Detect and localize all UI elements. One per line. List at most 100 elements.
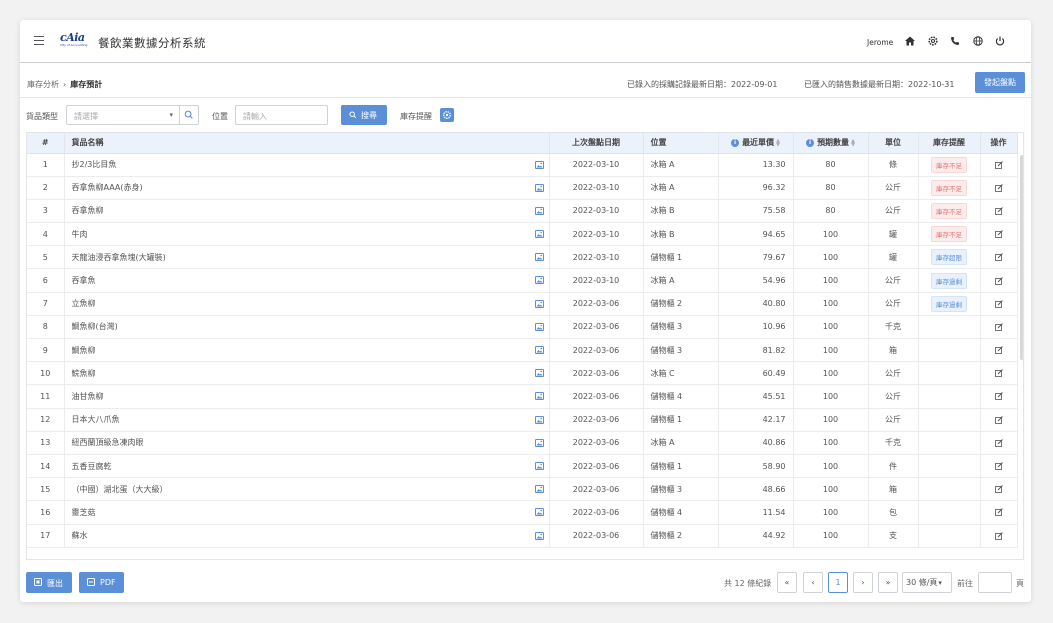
- page-size-select[interactable]: 30 條/頁▾: [902, 572, 952, 593]
- recent-price: 75.58: [718, 199, 794, 224]
- image-icon[interactable]: [534, 160, 544, 169]
- table-row[interactable]: 1 抄2/3比目魚 2022-03-10 冰箱 A 13.30 80 條庫存不足: [27, 153, 1018, 177]
- globe-icon[interactable]: [971, 34, 985, 48]
- location-input[interactable]: 請輸入: [235, 105, 328, 125]
- edit-icon[interactable]: [994, 346, 1003, 354]
- table-row[interactable]: 6 吞拿魚 2022-03-10 冰箱 A 54.96 100 公斤 庫存過剩: [27, 268, 1018, 293]
- table-row[interactable]: 3 吞拿魚柳 2022-03-10 冰箱 B 75.58 80 公斤 庫存不足: [27, 199, 1018, 224]
- phone-icon[interactable]: [948, 34, 962, 48]
- last-count-date: 2022-03-10: [549, 153, 644, 177]
- table-row[interactable]: 17 蘇水 2022-03-06 儲物櫃 2 44.92 100 支: [27, 524, 1018, 548]
- edit-icon[interactable]: [994, 299, 1003, 308]
- col-header-location: 位置: [643, 133, 719, 154]
- current-page-button[interactable]: 1: [828, 572, 848, 593]
- table-row[interactable]: 10 鯇魚柳 2022-03-06 冰箱 C 60.49 100 公斤: [27, 361, 1018, 386]
- unit: 罐: [868, 222, 919, 247]
- edit-icon[interactable]: [994, 323, 1003, 331]
- last-count-date: 2022-03-06: [549, 454, 644, 479]
- prev-page-button[interactable]: ‹: [803, 572, 823, 593]
- table-row[interactable]: 9 鯛魚柳 2022-03-06 儲物櫃 3 81.82 100 箱: [27, 338, 1018, 363]
- search-button[interactable]: 搜尋: [341, 105, 387, 125]
- image-icon[interactable]: [534, 369, 544, 378]
- edit-icon[interactable]: [994, 392, 1003, 401]
- image-icon[interactable]: [534, 346, 544, 354]
- export-icon: [34, 578, 42, 586]
- location: 冰箱 A: [643, 176, 719, 200]
- edit-icon[interactable]: [994, 438, 1003, 447]
- next-page-button[interactable]: ›: [853, 572, 873, 593]
- start-stocktake-button[interactable]: 發起盤點: [975, 72, 1025, 93]
- unit: 公斤: [868, 199, 919, 224]
- category-select[interactable]: 請選擇 ▾: [66, 105, 180, 125]
- table-scrollbar[interactable]: [1020, 155, 1023, 360]
- edit-icon[interactable]: [994, 415, 1003, 424]
- table-row[interactable]: 8 鯛魚柳(台灣) 2022-03-06 儲物櫃 3 10.96 100 千克: [27, 315, 1018, 340]
- sales-latest-date: 已匯入的銷售數據最新日期：2022-10-31: [804, 80, 955, 89]
- category-search-button[interactable]: [179, 105, 199, 125]
- table-row[interactable]: 14 五香豆腐乾 2022-03-06 儲物櫃 1 58.90 100 件: [27, 454, 1018, 479]
- item-name: 五香豆腐乾: [71, 461, 112, 471]
- stock-alert-cell: 庫存不足: [918, 153, 981, 177]
- edit-icon[interactable]: [994, 531, 1003, 540]
- item-name: 吞拿魚柳AAA(赤身): [71, 183, 143, 193]
- table-row[interactable]: 11 油甘魚柳 2022-03-06 儲物櫃 4 45.51 100 公斤: [27, 384, 1018, 409]
- actions-cell: [980, 454, 1018, 479]
- recent-price: 10.96: [718, 315, 794, 340]
- last-page-button[interactable]: »: [878, 572, 898, 593]
- image-icon[interactable]: [534, 461, 544, 470]
- unit: 千克: [868, 431, 919, 455]
- col-header-price[interactable]: i 最近單價 ▲ ▼: [718, 133, 794, 154]
- edit-icon[interactable]: [994, 485, 1003, 494]
- stock-alert-settings-button[interactable]: [440, 108, 454, 122]
- table-row[interactable]: 13 紐西蘭頂級急凍肉眼 2022-03-06 冰箱 A 40.86 100 千克: [27, 431, 1018, 455]
- edit-icon[interactable]: [994, 230, 1003, 239]
- edit-icon[interactable]: [994, 369, 1003, 378]
- table-row[interactable]: 4 牛肉 2022-03-10 冰箱 B 94.65 100 罐庫存不足: [27, 222, 1018, 247]
- table-row[interactable]: 7 立魚柳 2022-03-06 儲物櫃 2 40.80 100 公斤 庫存過剩: [27, 292, 1018, 316]
- export-button[interactable]: 匯出: [26, 572, 72, 593]
- image-icon[interactable]: [534, 415, 544, 424]
- edit-icon[interactable]: [994, 276, 1003, 285]
- edit-icon[interactable]: [994, 253, 1003, 262]
- stock-alert-cell: [918, 315, 981, 340]
- edit-icon[interactable]: [994, 183, 1003, 192]
- image-icon[interactable]: [534, 531, 544, 540]
- pdf-button[interactable]: PDF: [79, 572, 124, 593]
- edit-icon[interactable]: [994, 207, 1003, 215]
- image-icon[interactable]: [534, 253, 544, 262]
- image-icon[interactable]: [534, 392, 544, 401]
- image-icon[interactable]: [534, 206, 544, 215]
- info-icon: i: [731, 138, 740, 147]
- table-row[interactable]: 16 靈芝菇 2022-03-06 儲物櫃 4 11.54 100 包: [27, 500, 1018, 525]
- col-header-index: #: [27, 133, 65, 154]
- user-name[interactable]: Jerome: [867, 38, 893, 47]
- table-row[interactable]: 15 （中國）湖北蛋（大大級） 2022-03-06 儲物櫃 3 48.66 100 箱: [27, 477, 1018, 502]
- page-suffix: 頁: [1016, 579, 1024, 588]
- gear-icon[interactable]: [926, 34, 940, 48]
- app-title: 餐飲業數據分析系統: [98, 36, 206, 50]
- image-icon[interactable]: [534, 485, 544, 494]
- table-row[interactable]: 12 日本大八爪魚 2022-03-06 儲物櫃 1 42.17 100 公斤: [27, 408, 1018, 432]
- edit-icon[interactable]: [994, 508, 1003, 517]
- breadcrumb-parent[interactable]: 庫存分析: [27, 80, 59, 89]
- table-row[interactable]: 2 吞拿魚柳AAA(赤身) 2022-03-10 冰箱 A 96.32 80 公斤 庫存不足: [27, 176, 1018, 200]
- image-icon[interactable]: [534, 230, 544, 239]
- home-icon[interactable]: [903, 34, 917, 48]
- edit-icon[interactable]: [994, 462, 1003, 470]
- actions-cell: [980, 524, 1018, 548]
- goto-page-input[interactable]: [978, 572, 1012, 593]
- power-icon[interactable]: [993, 34, 1007, 48]
- image-icon[interactable]: [534, 438, 544, 447]
- col-header-expected-qty[interactable]: i 預期數量 ▲ ▼: [793, 133, 869, 154]
- expected-qty: 100: [793, 245, 869, 270]
- image-icon[interactable]: [534, 183, 544, 192]
- last-count-date: 2022-03-06: [549, 315, 644, 340]
- table-row[interactable]: 5 天龍油浸吞拿魚塊(大罐裝) 2022-03-10 儲物櫃 1 79.67 100 罐庫存…: [27, 245, 1018, 270]
- hamburger-menu-icon[interactable]: [34, 36, 44, 46]
- first-page-button[interactable]: «: [777, 572, 797, 593]
- image-icon[interactable]: [534, 299, 544, 308]
- image-icon[interactable]: [534, 322, 544, 331]
- image-icon[interactable]: [534, 276, 544, 285]
- edit-icon[interactable]: [994, 160, 1003, 169]
- image-icon[interactable]: [534, 508, 544, 517]
